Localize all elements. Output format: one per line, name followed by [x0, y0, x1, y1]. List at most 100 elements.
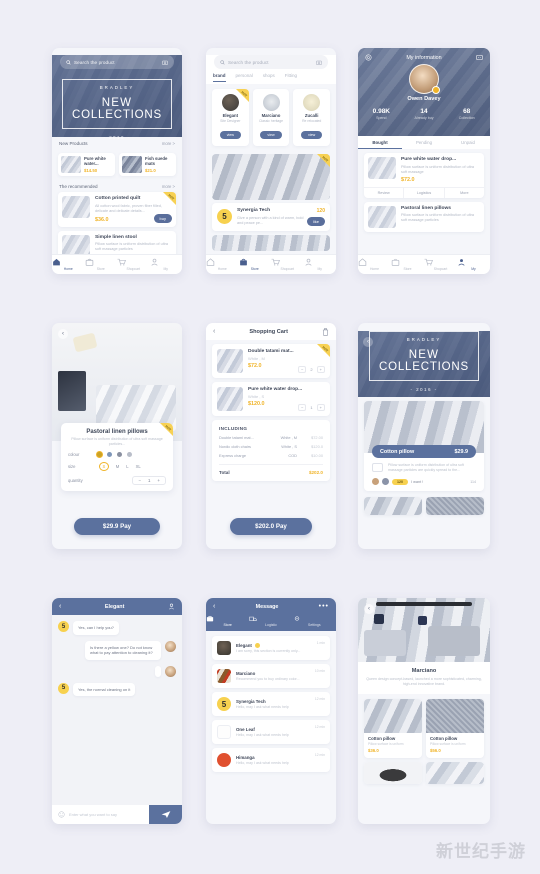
tab-brand[interactable]: brand: [213, 73, 226, 82]
view-button[interactable]: view: [260, 131, 282, 139]
segment-unpaid[interactable]: Unpaid: [446, 136, 490, 149]
featured-strip[interactable]: [212, 234, 330, 251]
pay-button[interactable]: $29.9 Pay: [74, 518, 160, 535]
tab-shopcart[interactable]: Shopcart: [424, 258, 457, 271]
feed-thumb[interactable]: [426, 497, 484, 515]
colour-swatch-2[interactable]: [107, 452, 112, 457]
back-arrow-icon[interactable]: ‹: [213, 603, 215, 610]
decrement-button[interactable]: −: [298, 404, 307, 411]
tab-shopcart[interactable]: Shopcart: [271, 258, 304, 271]
quantity-stepper[interactable]: − 1 +: [298, 404, 325, 411]
buy-button[interactable]: buy: [153, 213, 172, 223]
chat-message-user-image: [58, 665, 176, 677]
message-input[interactable]: Enter what you want to say: [69, 812, 149, 817]
back-arrow-icon[interactable]: ‹: [58, 329, 68, 339]
colour-swatch-4[interactable]: [127, 452, 132, 457]
logistics-button[interactable]: Logistics: [403, 187, 443, 198]
decrement-button[interactable]: −: [298, 366, 307, 373]
tab-personal[interactable]: personal: [236, 73, 253, 82]
tab-store[interactable]: Store: [239, 258, 272, 271]
pay-button[interactable]: $202.0 Pay: [230, 518, 312, 535]
cart-item[interactable]: HOT Double tatami mat... White , M $72.0…: [212, 344, 330, 378]
shop-card[interactable]: 5 Synergia Tech 120 Give a person with a…: [212, 203, 330, 231]
product-tile[interactable]: [364, 762, 422, 784]
trash-icon[interactable]: [322, 327, 329, 336]
order-card[interactable]: Pastoral linen pillows Pillow surface is…: [364, 201, 484, 232]
decrement-button[interactable]: −: [138, 478, 141, 483]
increment-button[interactable]: +: [316, 404, 325, 411]
increment-button[interactable]: +: [157, 478, 160, 483]
size-m[interactable]: M: [116, 464, 120, 469]
tab-store[interactable]: Store: [85, 258, 118, 271]
product-tile[interactable]: [426, 762, 484, 784]
tab-store[interactable]: Store: [391, 258, 424, 271]
size-s[interactable]: S: [99, 462, 109, 471]
back-arrow-icon[interactable]: ‹: [364, 604, 374, 614]
segment-settings[interactable]: Settings: [293, 615, 336, 627]
featured-photo[interactable]: HOT: [212, 154, 330, 200]
list-item[interactable]: Elegant I am sorry, this section is curr…: [212, 636, 330, 660]
tab-my[interactable]: My: [457, 258, 490, 271]
comments-count[interactable]: 114: [470, 480, 476, 484]
cart-item[interactable]: Pure white water drop... White , S $120.…: [212, 382, 330, 416]
segment-logistic[interactable]: Logistic: [249, 615, 292, 627]
segment-pending[interactable]: Pending: [402, 136, 446, 149]
likes-count[interactable]: 120: [392, 478, 408, 485]
tab-shops[interactable]: shops: [263, 73, 275, 82]
settings-icon[interactable]: [365, 54, 372, 61]
message-icon[interactable]: [476, 54, 483, 61]
product-tile[interactable]: Cotton pillow Pillow surface is uniform …: [364, 699, 422, 758]
list-item[interactable]: One Leaf Hello, may I ask what needs hel…: [212, 720, 330, 744]
tab-fitting[interactable]: Fitting: [285, 73, 297, 82]
section-more-link[interactable]: more >: [162, 141, 175, 146]
segment-bought[interactable]: Bought: [358, 136, 402, 149]
quantity-stepper[interactable]: − 2 +: [298, 366, 325, 373]
brand-card[interactable]: Marciano Classic heritage view: [252, 89, 290, 146]
quantity-stepper[interactable]: − 1 +: [132, 476, 166, 485]
order-card[interactable]: Pure white water drop... Pillow surface …: [364, 153, 484, 198]
tab-home[interactable]: Home: [52, 258, 85, 271]
tab-shopcart[interactable]: Shopcart: [117, 258, 150, 271]
tab-home[interactable]: Home: [358, 258, 391, 271]
camera-icon[interactable]: [316, 60, 322, 65]
back-arrow-icon[interactable]: ‹: [59, 603, 61, 610]
user-icon[interactable]: [168, 603, 175, 610]
search-input[interactable]: Search the product: [60, 55, 174, 69]
list-item[interactable]: 5 Synergia Tech Hello, may I ask what ne…: [212, 692, 330, 716]
increment-button[interactable]: +: [316, 366, 325, 373]
more-icon[interactable]: •••: [319, 603, 329, 610]
send-button[interactable]: [149, 805, 182, 824]
emoji-icon[interactable]: [58, 811, 65, 818]
segment-store[interactable]: Store: [206, 615, 249, 627]
size-l[interactable]: L: [126, 464, 128, 469]
list-item[interactable]: Marciano Recommend you to buy ordinary c…: [212, 664, 330, 688]
tab-my[interactable]: My: [150, 258, 183, 271]
review-button[interactable]: Review: [364, 188, 403, 198]
brand-card[interactable]: Zucalli Re relocated view: [293, 89, 331, 146]
colour-swatch-3[interactable]: [117, 452, 122, 457]
list-item[interactable]: Himanga Hello, may I ask what needs help…: [212, 748, 330, 772]
back-arrow-icon[interactable]: ‹: [213, 328, 215, 335]
product-tile[interactable]: Cotton pillow Pillow surface is uniform …: [426, 699, 484, 758]
brand-card[interactable]: HOT Elegant Site Designer view: [212, 89, 249, 146]
tab-my[interactable]: My: [304, 258, 337, 271]
feed-thumb[interactable]: [364, 497, 422, 515]
view-button[interactable]: view: [219, 131, 241, 139]
cart-icon: [117, 258, 126, 266]
size-xl[interactable]: XL: [136, 464, 141, 469]
more-button[interactable]: More: [443, 187, 484, 198]
message-image[interactable]: [155, 665, 161, 677]
recommended-card[interactable]: HOT Cotton printed quilt All cotton wool…: [58, 192, 176, 227]
product-card[interactable]: Pure white water... $14.50: [58, 153, 115, 176]
feed-post[interactable]: Cotton pillow $29.9 Pillow surface is un…: [364, 401, 484, 491]
avatar[interactable]: [409, 64, 440, 94]
colour-swatch-1[interactable]: [97, 452, 102, 457]
camera-icon[interactable]: [162, 60, 168, 65]
view-button[interactable]: view: [301, 131, 323, 139]
section-more-link[interactable]: more >: [162, 184, 175, 189]
want-label[interactable]: I want !: [411, 480, 423, 484]
product-card[interactable]: Fish suede mats $21.0: [119, 153, 176, 176]
like-button[interactable]: like: [306, 216, 325, 226]
search-input[interactable]: Search the product: [214, 55, 328, 69]
tab-home[interactable]: Home: [206, 258, 239, 271]
